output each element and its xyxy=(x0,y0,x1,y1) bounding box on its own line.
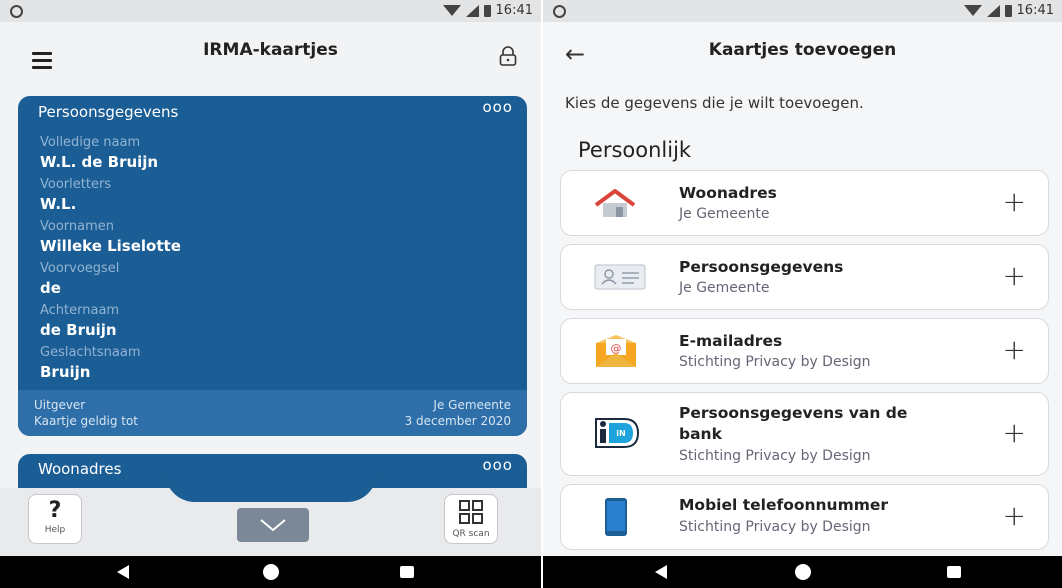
list-item-emailadres[interactable]: @ E-mailadres Stichting Privacy by Desig… xyxy=(560,318,1049,384)
list-item-mobiel[interactable]: Mobiel telefoonnummer Stichting Privacy … xyxy=(560,484,1049,550)
add-icon[interactable]: + xyxy=(1003,419,1026,447)
notification-icon xyxy=(10,5,23,18)
field-value: Willeke Liselotte xyxy=(40,237,181,255)
qr-scan-label: QR scan xyxy=(452,529,490,539)
item-title-line1: Persoonsgegevens van de xyxy=(679,404,908,422)
signal-icon xyxy=(986,4,1000,17)
list-item-bank-persoonsgegevens[interactable]: iN Persoonsgegevens van de bank Stichtin… xyxy=(560,392,1049,476)
add-icon[interactable]: + xyxy=(1003,336,1026,364)
item-title: E-mailadres xyxy=(679,332,783,350)
android-nav-bar xyxy=(0,556,541,588)
field-value: de xyxy=(40,279,61,297)
field-label: Voorletters xyxy=(40,177,112,192)
card-menu-icon[interactable]: ooo xyxy=(482,98,513,116)
bottom-bar-notch xyxy=(165,472,377,502)
nav-recents-icon[interactable] xyxy=(400,566,414,578)
field-label: Voornamen xyxy=(40,219,115,234)
page-title: IRMA-kaartjes xyxy=(203,40,338,60)
add-icon[interactable]: + xyxy=(1003,188,1026,216)
list-item-persoonsgegevens[interactable]: Persoonsgegevens Je Gemeente + xyxy=(560,244,1049,310)
item-title: Woonadres xyxy=(679,184,777,202)
add-icon[interactable]: + xyxy=(1003,502,1026,530)
status-bar: 16:41 xyxy=(543,0,1062,22)
valid-label: Kaartje geldig tot xyxy=(34,414,139,428)
nav-home-icon[interactable] xyxy=(263,564,279,580)
list-item-woonadres[interactable]: Woonadres Je Gemeente + xyxy=(560,170,1049,236)
field-value: de Bruijn xyxy=(40,321,117,339)
card-menu-icon[interactable]: ooo xyxy=(482,456,513,474)
battery-icon xyxy=(1004,4,1012,17)
wifi-icon xyxy=(963,5,982,16)
card-title: Woonadres xyxy=(38,460,122,478)
help-icon: ? xyxy=(48,498,62,523)
field-label: Geslachtsnaam xyxy=(40,345,141,360)
help-label: Help xyxy=(44,525,66,535)
ideal-icon: iN xyxy=(595,418,640,448)
email-icon: @ xyxy=(596,335,636,367)
id-card-icon xyxy=(594,264,646,290)
nav-recents-icon[interactable] xyxy=(947,566,961,578)
status-bar: 16:41 xyxy=(0,0,541,22)
item-issuer: Stichting Privacy by Design xyxy=(679,448,871,464)
qr-code-icon xyxy=(459,500,483,524)
page-title: Kaartjes toevoegen xyxy=(708,40,897,60)
left-screen: 16:41 IRMA-kaartjes Persoonsgegevens ooo… xyxy=(0,0,541,588)
svg-text:iN: iN xyxy=(616,429,625,438)
phone-icon xyxy=(605,498,627,536)
nav-back-icon[interactable] xyxy=(117,565,129,579)
status-time: 16:41 xyxy=(495,3,533,18)
android-nav-bar xyxy=(543,556,1062,588)
field-value: W.L. xyxy=(40,195,77,213)
app-header: IRMA-kaartjes xyxy=(0,22,541,82)
intro-text: Kies de gegevens die je wilt toevoegen. xyxy=(565,94,864,112)
issuer-label: Uitgever xyxy=(34,398,86,412)
item-issuer: Je Gemeente xyxy=(679,280,770,296)
card-title: Persoonsgegevens xyxy=(38,103,179,121)
field-label: Voorvoegsel xyxy=(40,261,120,276)
nav-home-icon[interactable] xyxy=(795,564,811,580)
status-time: 16:41 xyxy=(1016,3,1054,18)
card-footer: Uitgever Je Gemeente Kaartje geldig tot … xyxy=(18,390,527,436)
notification-icon xyxy=(553,5,566,18)
help-button[interactable]: ? Help xyxy=(28,494,82,544)
personal-data-card[interactable]: Persoonsgegevens ooo Volledige naam W.L.… xyxy=(18,96,527,436)
house-icon xyxy=(594,189,636,217)
item-title-line2: bank xyxy=(679,425,722,443)
field-value: Bruijn xyxy=(40,363,91,381)
wifi-icon xyxy=(442,5,461,16)
expand-button[interactable] xyxy=(237,508,309,542)
chevron-down-icon xyxy=(260,519,286,532)
lock-icon[interactable] xyxy=(499,46,517,70)
battery-icon xyxy=(483,4,491,17)
qr-scan-button[interactable]: QR scan xyxy=(444,494,498,544)
item-issuer: Stichting Privacy by Design xyxy=(679,354,871,370)
app-header: ← Kaartjes toevoegen xyxy=(543,22,1062,82)
section-title: Persoonlijk xyxy=(578,138,692,162)
card-fields: Volledige naam W.L. de Bruijn Voorletter… xyxy=(40,134,181,386)
item-issuer: Stichting Privacy by Design xyxy=(679,519,871,535)
field-label: Achternaam xyxy=(40,303,120,318)
item-title: Mobiel telefoonnummer xyxy=(679,496,889,514)
item-issuer: Je Gemeente xyxy=(679,206,770,222)
field-value: W.L. de Bruijn xyxy=(40,153,159,171)
issuer-value: Je Gemeente xyxy=(433,398,511,412)
add-icon[interactable]: + xyxy=(1003,262,1026,290)
right-screen: 16:41 ← Kaartjes toevoegen Kies de gegev… xyxy=(543,0,1062,588)
item-title: Persoonsgegevens xyxy=(679,258,844,276)
valid-value: 3 december 2020 xyxy=(404,414,511,428)
field-label: Volledige naam xyxy=(40,135,141,150)
nav-back-icon[interactable] xyxy=(655,565,667,579)
signal-icon xyxy=(465,4,479,17)
